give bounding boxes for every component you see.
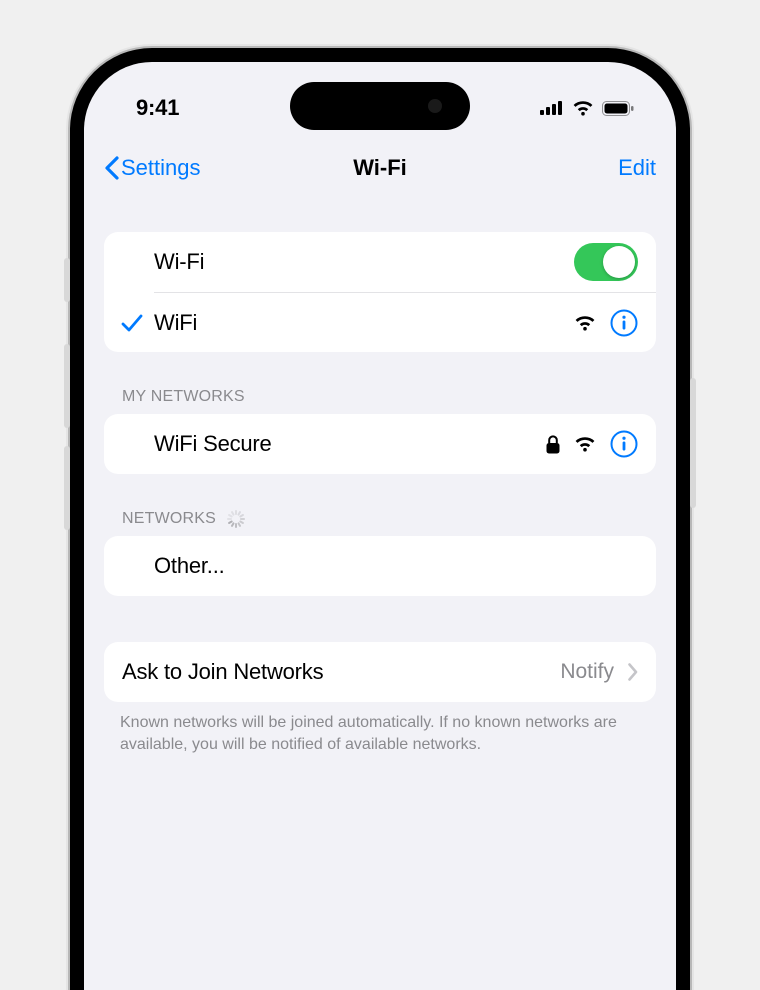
- other-network-label: Other...: [154, 553, 638, 579]
- chevron-right-icon: [628, 663, 638, 681]
- back-button[interactable]: Settings: [104, 155, 201, 181]
- wifi-signal-icon: [574, 315, 596, 331]
- ask-to-join-group: Ask to Join Networks Notify: [104, 642, 656, 702]
- wifi-status-icon: [572, 100, 594, 116]
- ask-to-join-value: Notify: [560, 660, 614, 684]
- my-networks-header: My Networks: [122, 388, 638, 406]
- power-button: [690, 378, 696, 508]
- info-button[interactable]: [610, 309, 638, 337]
- edit-button[interactable]: Edit: [618, 155, 656, 181]
- status-time: 9:41: [136, 95, 179, 121]
- wifi-main-group: Wi-Fi WiFi: [104, 232, 656, 352]
- info-button[interactable]: [610, 430, 638, 458]
- connected-network-name: WiFi: [154, 310, 574, 336]
- mute-switch: [64, 258, 70, 302]
- networks-group: Other...: [104, 536, 656, 596]
- wifi-toggle[interactable]: [574, 243, 638, 281]
- networks-header: Networks: [122, 510, 638, 528]
- networks-header-label: Networks: [122, 510, 216, 528]
- lock-icon: [546, 435, 560, 454]
- cellular-icon: [540, 101, 564, 115]
- screen: 9:41: [84, 62, 676, 990]
- page-title: Wi-Fi: [353, 155, 407, 181]
- checkmark-icon: [118, 313, 146, 333]
- network-name: WiFi Secure: [154, 431, 546, 457]
- back-label: Settings: [121, 155, 201, 181]
- wifi-toggle-row: Wi-Fi: [104, 232, 656, 292]
- chevron-left-icon: [104, 156, 119, 180]
- nav-bar: Settings Wi-Fi Edit: [84, 140, 676, 196]
- spinner-icon: [226, 510, 244, 528]
- battery-icon: [602, 101, 634, 116]
- volume-up-button: [64, 344, 70, 428]
- phone-frame: 9:41: [70, 48, 690, 990]
- connected-network-row[interactable]: WiFi: [154, 292, 656, 352]
- other-network-row[interactable]: Other...: [104, 536, 656, 596]
- volume-down-button: [64, 446, 70, 530]
- ask-to-join-footer: Known networks will be joined automatica…: [120, 712, 640, 755]
- my-networks-group: WiFi Secure: [104, 414, 656, 474]
- wifi-signal-icon: [574, 436, 596, 452]
- wifi-toggle-label: Wi-Fi: [154, 249, 574, 275]
- ask-to-join-row[interactable]: Ask to Join Networks Notify: [104, 642, 656, 702]
- ask-to-join-label: Ask to Join Networks: [122, 659, 560, 685]
- network-row[interactable]: WiFi Secure: [104, 414, 656, 474]
- dynamic-island: [290, 82, 470, 130]
